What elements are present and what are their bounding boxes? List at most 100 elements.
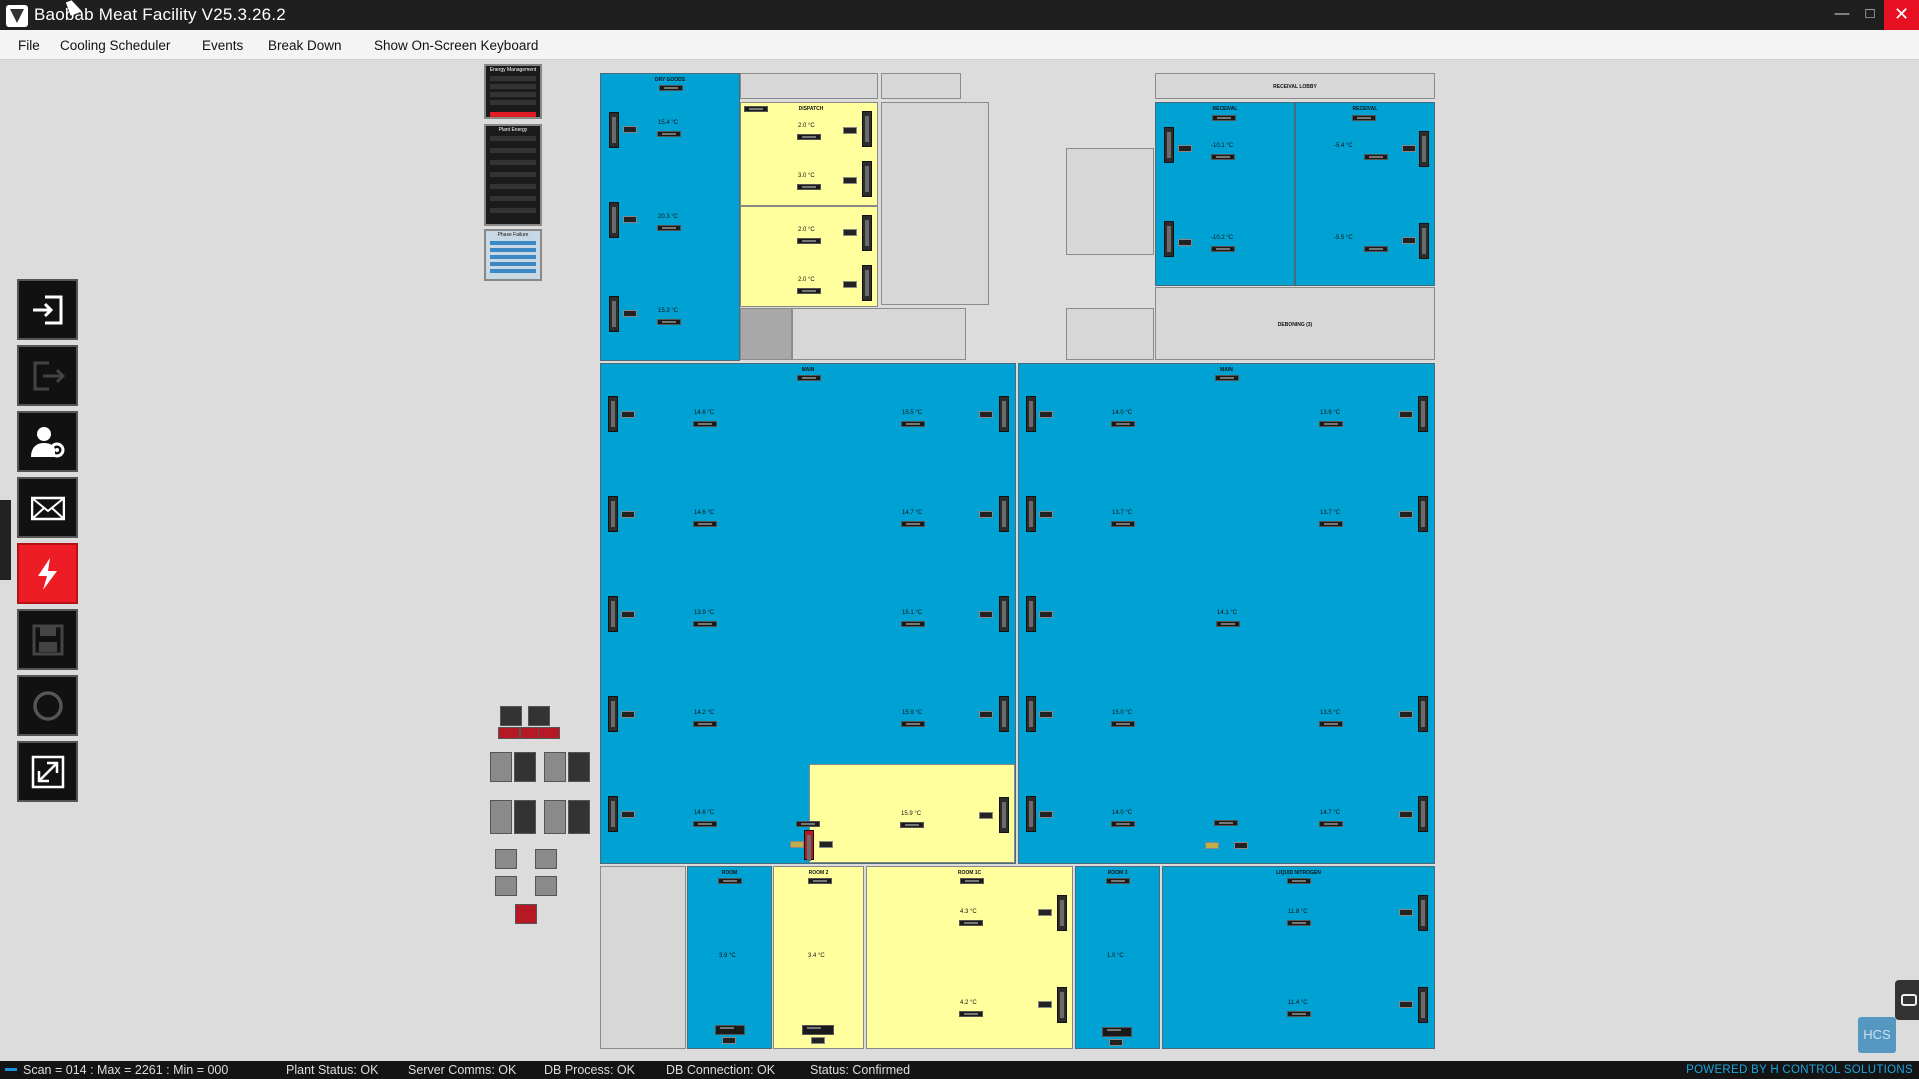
room-main-b[interactable]: MAIN 14.0 °C 13.9 °C 13.7 °C 13.7 °C 14.… [1018, 363, 1435, 864]
temperature-reading: 14.0 °C [1112, 810, 1133, 816]
room-dry-goods[interactable]: DRY GOODS 15.4 °C 20.3 °C 15.3 °C [600, 73, 740, 361]
temperature-reading: 4.2 °C [960, 1000, 977, 1006]
plant-energy-row [490, 208, 536, 213]
temperature-reading: 15.0 °C [1112, 710, 1133, 716]
sensor-icon [862, 215, 872, 251]
minimize-button[interactable]: — [1828, 0, 1856, 30]
pump-icon[interactable] [498, 727, 520, 739]
temperature-reading: -10.1 °C [1211, 143, 1234, 149]
sensor-icon [609, 112, 619, 148]
alarm-button[interactable] [17, 543, 78, 604]
room-liquid-nitrogen[interactable]: LIQUID NITROGEN 11.8 °C 11.4 °C [1162, 866, 1435, 1049]
setpoint-badge [797, 184, 821, 190]
room-dispatch-lower[interactable]: 2.0 °C 2.0 °C [740, 206, 878, 307]
sensor-icon [608, 796, 618, 832]
room-b[interactable]: ROOM 2 3.4 °C [773, 866, 864, 1049]
temperature-reading: 13.5 °C [1320, 710, 1341, 716]
setpoint-badge [693, 521, 717, 527]
login-button[interactable] [17, 279, 78, 340]
setpoint-badge [797, 375, 821, 381]
logout-button[interactable] [17, 345, 78, 406]
condenser-icon[interactable] [544, 800, 566, 834]
condenser-icon[interactable] [544, 752, 566, 782]
pump-icon[interactable] [538, 727, 560, 739]
room-receival-a[interactable]: RECEIVAL -10.1 °C -10.2 °C [1155, 102, 1295, 286]
fullscreen-button[interactable] [17, 741, 78, 802]
plant-energy-row [490, 136, 536, 141]
side-drawer-handle[interactable] [0, 500, 11, 580]
fan-icon[interactable] [495, 849, 517, 869]
sensor-icon [608, 396, 618, 432]
save-button[interactable] [17, 609, 78, 670]
service-area [792, 308, 966, 360]
sensor-tag [979, 511, 993, 518]
energy-management-title: Energy Management [489, 67, 537, 73]
temperature-reading: 2.0 °C [798, 277, 815, 283]
confirmation-status: Status: Confirmed [810, 1063, 911, 1077]
status-bar: Scan = 014 : Max = 2261 : Min = 000 Plan… [0, 1061, 1919, 1079]
room-receival-lobby[interactable]: RECEIVAL LOBBY [1155, 73, 1435, 99]
sensor-icon [1026, 596, 1036, 632]
menu-break-down[interactable]: Break Down [268, 38, 342, 53]
phase-failure-title: Phase Failure [497, 232, 529, 238]
refresh-button[interactable] [17, 675, 78, 736]
room-label: DRY GOODS [654, 77, 686, 83]
menu-file[interactable]: File [18, 38, 40, 53]
corridor-area [881, 73, 961, 99]
sensor-tag [1039, 711, 1053, 718]
setpoint-badge [693, 821, 717, 827]
fan-icon[interactable] [535, 849, 557, 869]
temperature-reading: 11.8 °C [1288, 909, 1308, 915]
room-dispatch[interactable]: DISPATCH 2.0 °C 3.0 °C [740, 102, 878, 206]
user-settings-button[interactable] [17, 411, 78, 472]
sensor-icon [609, 296, 619, 332]
plant-energy-panel[interactable]: Plant Energy [484, 124, 542, 226]
fan-icon[interactable] [495, 876, 517, 896]
menu-show-keyboard[interactable]: Show On-Screen Keyboard [374, 38, 538, 53]
room-deboning[interactable]: DEBONING (3) [1155, 287, 1435, 360]
sensor-tag [621, 611, 635, 618]
room-label: MAIN [801, 367, 815, 373]
condenser-icon[interactable] [514, 752, 536, 782]
sensor-tag [722, 1037, 736, 1044]
room-main-a-chill-zone[interactable]: 15.9 °C [790, 764, 1015, 863]
close-button[interactable]: ✕ [1884, 0, 1919, 30]
compressor-icon[interactable] [528, 706, 550, 726]
save-icon [32, 624, 64, 656]
condenser-icon[interactable] [490, 752, 512, 782]
energy-management-panel[interactable]: Energy Management [484, 64, 542, 119]
condenser-icon[interactable] [568, 752, 590, 782]
sensor-icon [1026, 396, 1036, 432]
temperature-reading: 3.4 °C [808, 953, 825, 959]
compressor-icon[interactable] [500, 706, 522, 726]
sensor-icon [862, 111, 872, 147]
keyboard-toggle-button[interactable] [1895, 980, 1919, 1020]
sensor-tag [979, 711, 993, 718]
setpoint-badge [1111, 821, 1135, 827]
condenser-icon[interactable] [514, 800, 536, 834]
room-a[interactable]: ROOM 3.9 °C [687, 866, 772, 1049]
powered-by-text: POWERED BY H CONTROL SOLUTIONS [1686, 1064, 1913, 1076]
room-receival-b[interactable]: RECEIVAL -5.4 °C -5.5 °C [1295, 102, 1435, 286]
maximize-button[interactable]: □ [1856, 0, 1884, 30]
temperature-reading: 14.2 °C [694, 710, 715, 716]
plant-energy-row [490, 148, 536, 153]
room-d[interactable]: ROOM 3 1.0 °C [1075, 866, 1160, 1049]
fan-icon[interactable] [535, 876, 557, 896]
condenser-icon[interactable] [490, 800, 512, 834]
messages-button[interactable] [17, 477, 78, 538]
menu-cooling-scheduler[interactable]: Cooling Scheduler [60, 38, 170, 53]
sensor-tag [1234, 842, 1248, 849]
title-bar: Baobab Meat Facility V25.3.26.2 — □ ✕ [0, 0, 1919, 30]
unit-cooler-icon [802, 1025, 834, 1035]
room-label: ROOM [721, 870, 738, 876]
sensor-tag [1178, 145, 1192, 152]
phase-failure-panel[interactable]: Phase Failure [484, 229, 542, 281]
condenser-icon[interactable] [568, 800, 590, 834]
setpoint-badge [901, 621, 925, 627]
alarm-unit-icon[interactable] [515, 904, 537, 924]
phase-row [490, 255, 536, 259]
room-c[interactable]: ROOM 1C 4.3 °C 4.2 °C [866, 866, 1073, 1049]
user-settings-icon [31, 427, 65, 458]
menu-events[interactable]: Events [202, 38, 243, 53]
